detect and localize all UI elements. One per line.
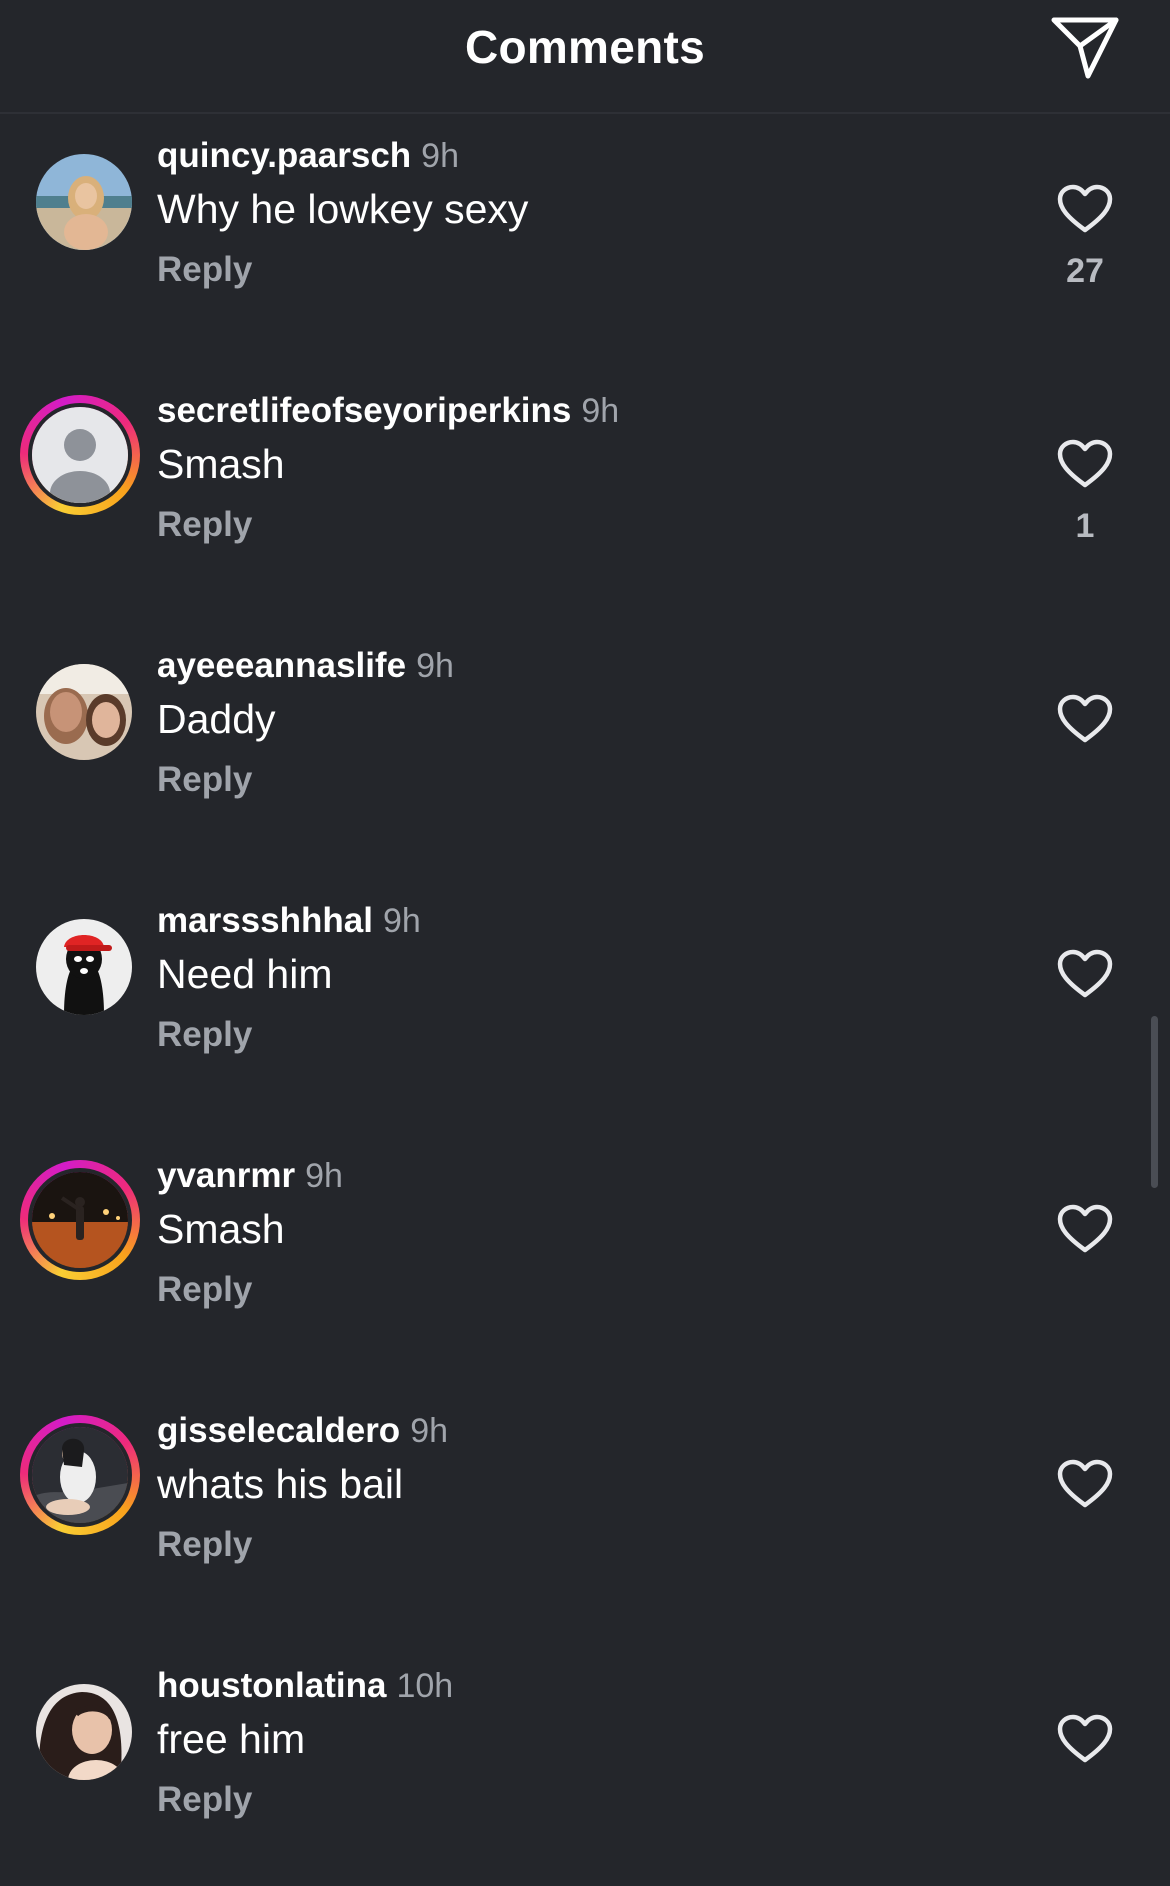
comment-item: yvanrmr 9h Smash Reply — [0, 1134, 1170, 1389]
comments-list: quincy.paarsch 9h Why he lowkey sexy Repl… — [0, 114, 1170, 1886]
avatar[interactable] — [28, 1423, 132, 1527]
reply-button[interactable]: Reply — [157, 760, 252, 800]
comment-item: secretlifeofseyoriperkins 9h Smash Reply … — [0, 369, 1170, 624]
comment-text: Smash — [157, 441, 285, 487]
comment-username[interactable]: marssshhhal — [157, 901, 373, 940]
comment-username[interactable]: houstonlatina — [157, 1666, 386, 1705]
comment-username[interactable]: yvanrmr — [157, 1156, 295, 1195]
reply-button[interactable]: Reply — [157, 505, 252, 545]
heart-icon[interactable] — [1057, 439, 1113, 489]
comment-item: houstonlatina 10h free him Reply — [0, 1644, 1170, 1886]
comment-username[interactable]: quincy.paarsch — [157, 136, 411, 175]
comment-item: ayeeeannaslife 9h Daddy Reply — [0, 624, 1170, 879]
story-ring — [20, 1160, 140, 1280]
reply-button[interactable]: Reply — [157, 1525, 252, 1565]
paper-plane-icon[interactable] — [1050, 16, 1120, 80]
comment-timestamp: 10h — [396, 1667, 454, 1705]
comment-timestamp: 9h — [421, 137, 459, 175]
comment-item: quincy.paarsch 9h Why he lowkey sexy Repl… — [0, 114, 1170, 369]
avatar[interactable] — [28, 1168, 132, 1272]
heart-icon[interactable] — [1057, 949, 1113, 999]
avatar[interactable] — [36, 154, 132, 250]
comment-timestamp: 9h — [581, 392, 620, 430]
like-count: 1 — [1075, 507, 1095, 545]
comment-item: marssshhhal 9h Need him Reply — [0, 879, 1170, 1134]
comment-item: gisselecaldero 9h whats his bail Reply — [0, 1389, 1170, 1644]
avatar[interactable] — [36, 664, 132, 760]
comment-username[interactable]: secretlifeofseyoriperkins — [157, 391, 571, 430]
comment-timestamp: 9h — [410, 1412, 449, 1450]
comments-screen: Comments quincy.paarsch 9h Why he lowkey… — [0, 0, 1170, 1886]
comments-header: Comments — [0, 0, 1170, 114]
reply-button[interactable]: Reply — [157, 1270, 252, 1310]
story-ring — [20, 1415, 140, 1535]
comment-timestamp: 9h — [305, 1157, 343, 1195]
heart-icon[interactable] — [1057, 1714, 1113, 1764]
comment-timestamp: 9h — [382, 902, 421, 940]
heart-icon[interactable] — [1057, 694, 1113, 744]
heart-icon[interactable] — [1057, 184, 1113, 234]
comment-text: Need him — [157, 951, 333, 997]
scrollbar[interactable] — [1151, 1016, 1158, 1188]
comment-timestamp: 9h — [416, 647, 454, 685]
reply-button[interactable]: Reply — [157, 1015, 252, 1055]
comment-username[interactable]: ayeeeannaslife — [157, 646, 406, 685]
page-title: Comments — [464, 21, 706, 73]
comment-text: Why he lowkey sexy — [157, 186, 529, 232]
avatar[interactable] — [36, 1684, 132, 1780]
reply-button[interactable]: Reply — [157, 250, 252, 290]
comment-username[interactable]: gisselecaldero — [157, 1411, 400, 1450]
story-ring — [20, 395, 140, 515]
avatar[interactable] — [36, 919, 132, 1015]
like-count: 27 — [1066, 252, 1104, 290]
comment-text: whats his bail — [157, 1461, 404, 1507]
avatar[interactable] — [28, 403, 132, 507]
comment-text: Smash — [157, 1206, 285, 1252]
comment-text: free him — [157, 1716, 306, 1762]
heart-icon[interactable] — [1057, 1459, 1113, 1509]
heart-icon[interactable] — [1057, 1204, 1113, 1254]
reply-button[interactable]: Reply — [157, 1780, 252, 1820]
comment-text: Daddy — [157, 696, 276, 742]
